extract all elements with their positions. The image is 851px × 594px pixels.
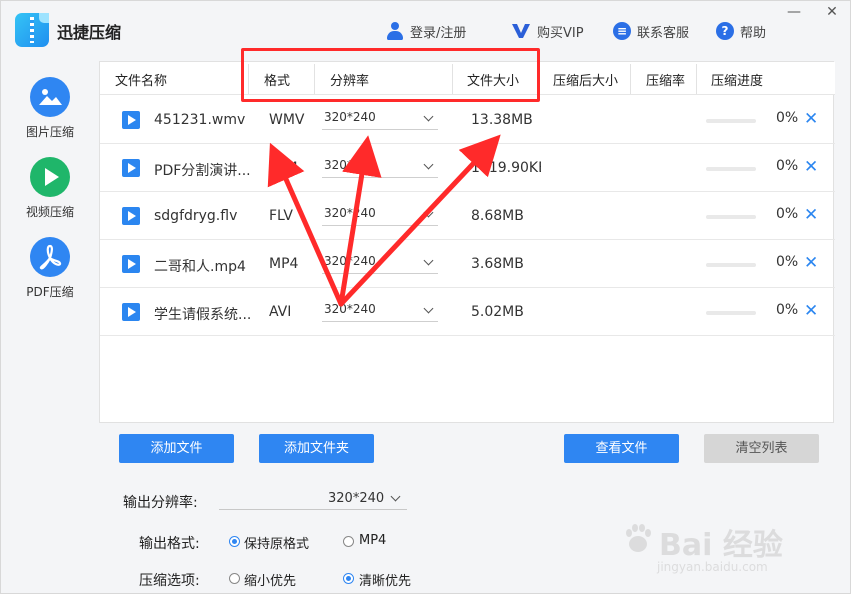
paw-icon	[626, 524, 651, 552]
annotation-arrows	[267, 134, 501, 307]
watermark-brand: Bai 经验	[659, 528, 783, 563]
watermark-url: jingyan.baidu.com	[657, 560, 768, 574]
baidu-jingyan-watermark: Bai 经验 jingyan.baidu.com	[621, 516, 821, 586]
app-window: 迅捷压缩 登录/注册 购买VIP ≡ 联系客服 ? 帮助 — ✕ 图片压缩 视频…	[0, 0, 851, 594]
arrow-to-format	[267, 142, 344, 307]
